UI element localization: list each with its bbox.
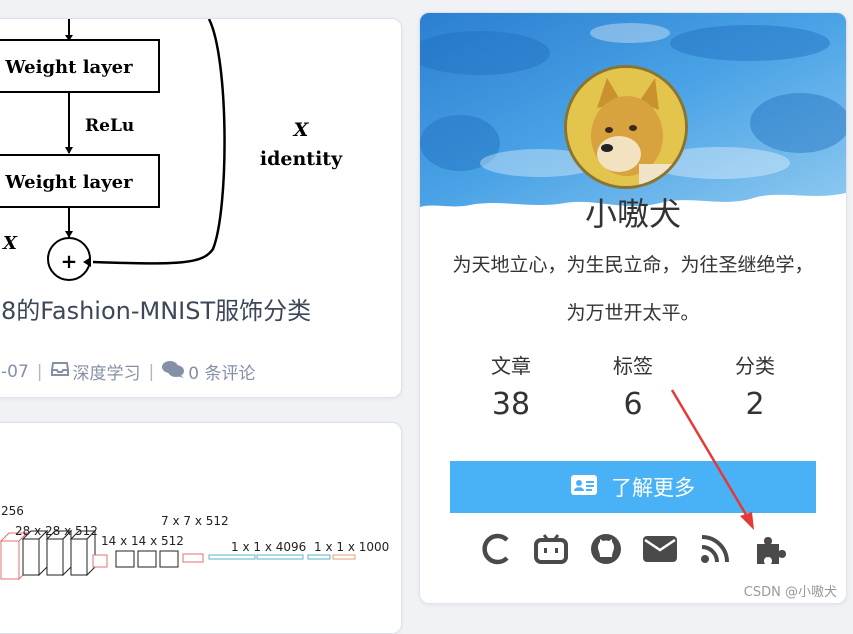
- csdn-watermark: CSDN @小嗷犬: [743, 585, 837, 600]
- red-annotation-arrow: [670, 389, 754, 530]
